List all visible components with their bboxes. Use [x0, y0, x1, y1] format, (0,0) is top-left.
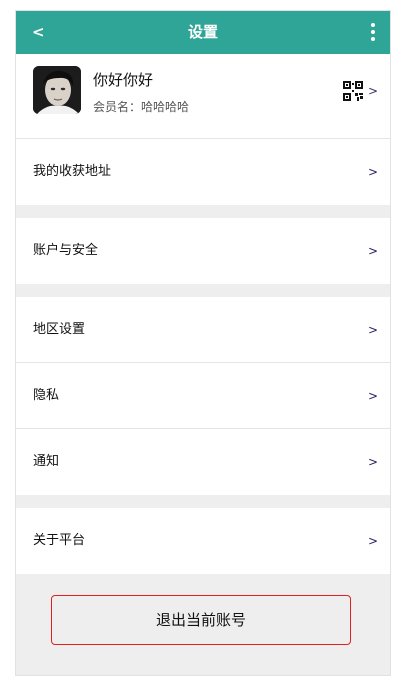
- row-label: 通知: [33, 454, 60, 469]
- row-label: 地区设置: [33, 322, 86, 337]
- page-title: 设置: [187, 23, 218, 41]
- row-account-security[interactable]: 账户与安全 >: [16, 218, 390, 284]
- settings-screen: < 设置 你好你好 会员名：哈哈哈哈 > 我的收获地址 > 账户与安全 > 地区…: [15, 10, 391, 676]
- row-label: 账户与安全: [33, 243, 99, 258]
- row-shipping-address[interactable]: 我的收获地址 >: [16, 139, 390, 205]
- chevron-right-icon: >: [367, 323, 378, 337]
- more-vertical-icon[interactable]: [370, 23, 376, 43]
- row-notifications[interactable]: 通知 >: [16, 429, 390, 495]
- row-privacy[interactable]: 隐私 >: [16, 363, 390, 429]
- chevron-right-icon: >: [367, 534, 378, 548]
- chevron-right-icon: >: [367, 165, 378, 179]
- logout-button[interactable]: 退出当前账号: [51, 595, 351, 645]
- top-bar: < 设置: [16, 11, 390, 54]
- qr-code-icon[interactable]: [343, 81, 363, 101]
- row-label: 关于平台: [33, 533, 86, 548]
- row-about-platform[interactable]: 关于平台 >: [16, 508, 390, 574]
- profile-nickname: 你好你好: [93, 71, 154, 89]
- row-region-settings[interactable]: 地区设置 >: [16, 297, 390, 363]
- chevron-right-icon: >: [367, 84, 378, 98]
- chevron-right-icon: >: [367, 389, 378, 403]
- row-label: 我的收获地址: [33, 164, 112, 179]
- chevron-right-icon: >: [367, 244, 378, 258]
- avatar: [33, 66, 81, 114]
- member-name-label: 会员名：: [93, 100, 142, 114]
- row-label: 隐私: [33, 388, 60, 403]
- profile-card[interactable]: 你好你好 会员名：哈哈哈哈 >: [16, 54, 390, 139]
- member-name-value: 哈哈哈哈: [141, 100, 190, 114]
- member-name-row: 会员名：哈哈哈哈: [93, 98, 189, 115]
- chevron-right-icon: >: [367, 455, 378, 469]
